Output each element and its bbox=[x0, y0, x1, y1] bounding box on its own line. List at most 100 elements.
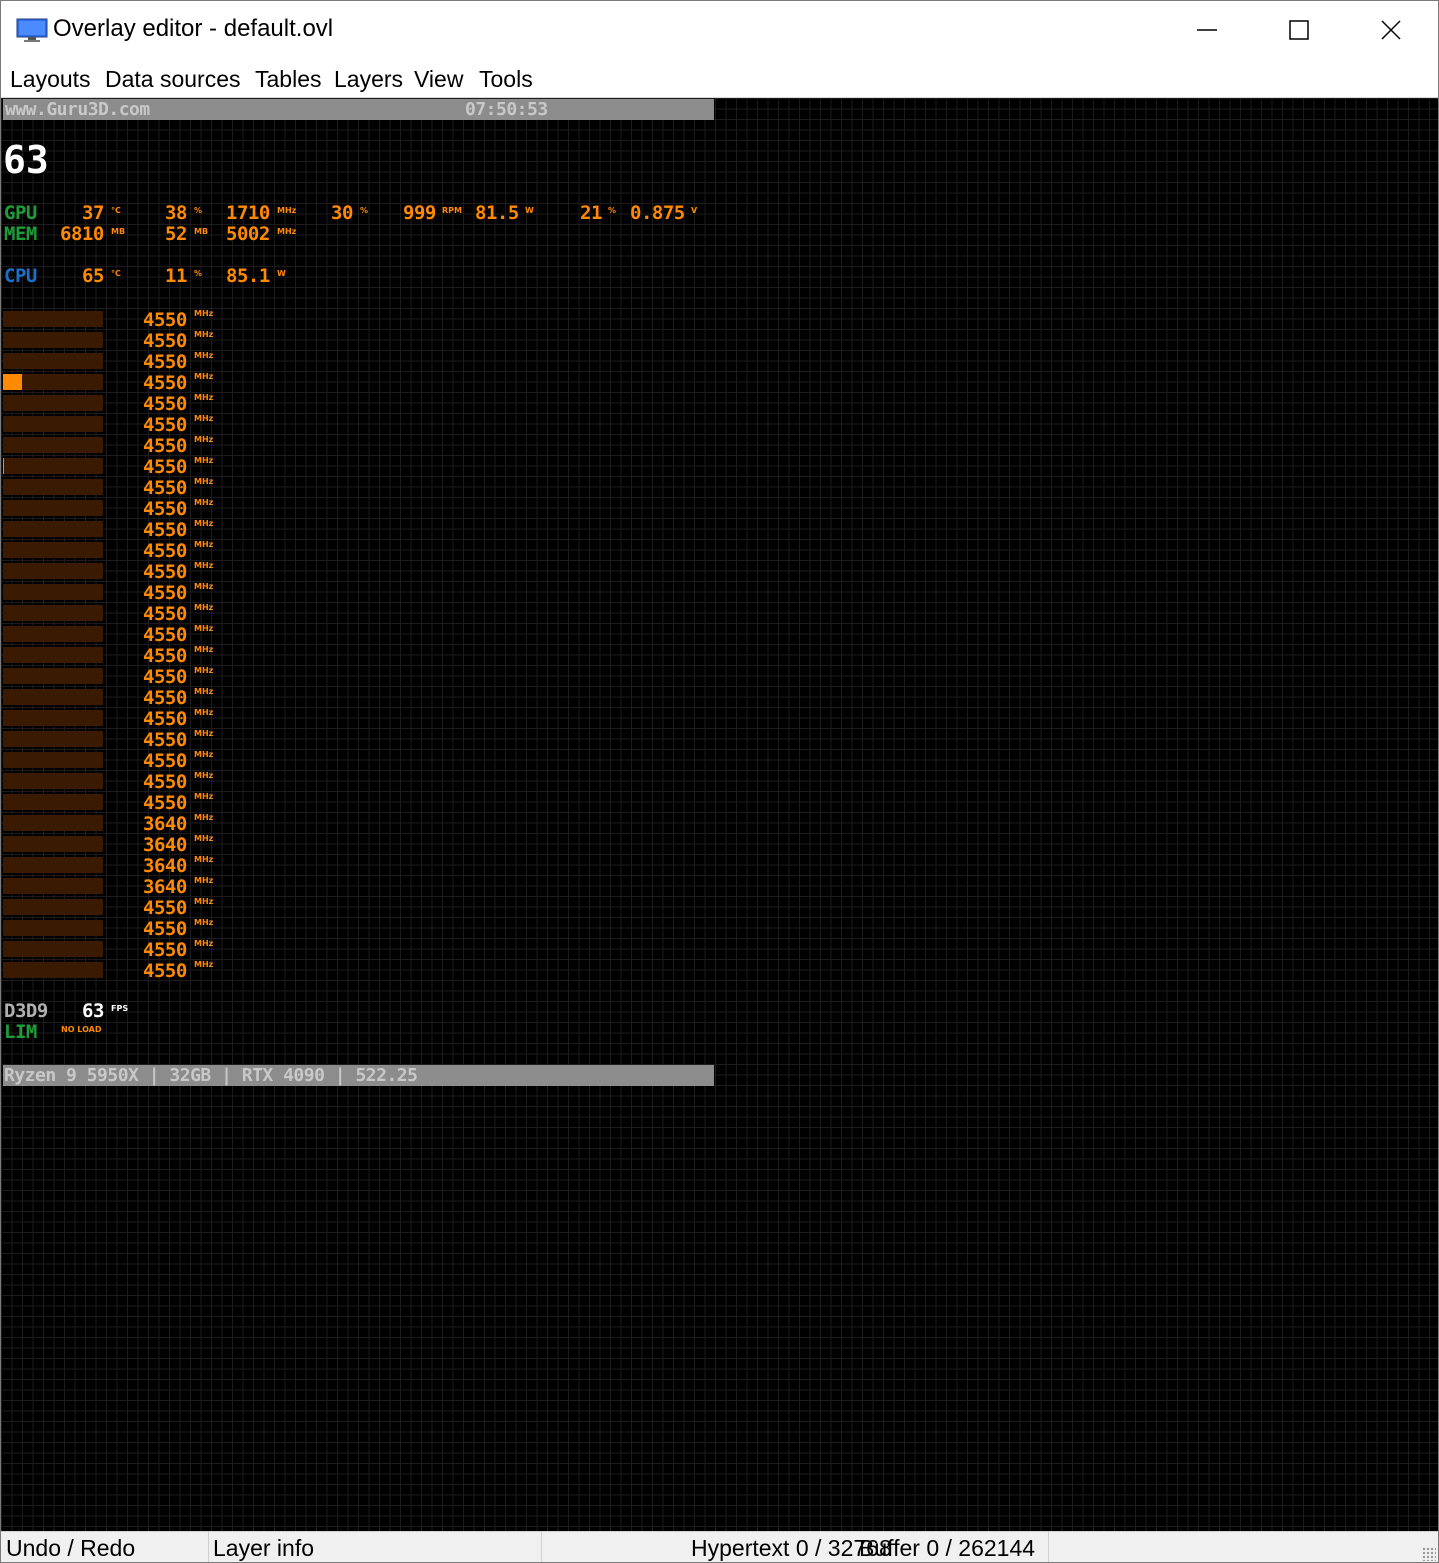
minimize-button[interactable] bbox=[1161, 1, 1253, 59]
core-load-bar[interactable] bbox=[3, 647, 103, 663]
core-clock-unit: MHz bbox=[194, 750, 214, 759]
core-load-bar[interactable] bbox=[3, 773, 103, 789]
core-clock[interactable]: 4550 bbox=[143, 582, 187, 604]
mem-clock-unit: MHz bbox=[277, 227, 297, 236]
core-load-bar[interactable] bbox=[3, 731, 103, 747]
overlay-canvas[interactable]: www.Guru3D.com 07:50:53 63 GPU 37 °C 38 … bbox=[1, 98, 1438, 1531]
core-clock[interactable]: 4550 bbox=[143, 750, 187, 772]
mem-label: MEM bbox=[4, 223, 37, 245]
core-load-bar[interactable] bbox=[3, 479, 103, 495]
menu-tables[interactable]: Tables bbox=[255, 66, 321, 93]
core-clock[interactable]: 4550 bbox=[143, 897, 187, 919]
core-clock[interactable]: 4550 bbox=[143, 939, 187, 961]
menu-view[interactable]: View bbox=[414, 66, 463, 93]
core-clock-unit: MHz bbox=[194, 624, 214, 633]
core-load-bar[interactable] bbox=[3, 353, 103, 369]
core-load-bar[interactable] bbox=[3, 584, 103, 600]
gpu-temp[interactable]: 37 bbox=[82, 202, 104, 224]
menu-data-sources[interactable]: Data sources bbox=[105, 66, 241, 93]
resize-grip[interactable] bbox=[1422, 1547, 1436, 1561]
core-load-bar[interactable] bbox=[3, 605, 103, 621]
gpu-fan-percent[interactable]: 30 bbox=[331, 202, 353, 224]
header-bar[interactable]: www.Guru3D.com 07:50:53 bbox=[3, 99, 714, 120]
core-load-bar[interactable] bbox=[3, 794, 103, 810]
core-load-bar[interactable] bbox=[3, 899, 103, 915]
core-clock[interactable]: 4550 bbox=[143, 792, 187, 814]
gpu-power-percent[interactable]: 21 bbox=[580, 202, 602, 224]
core-clock[interactable]: 4550 bbox=[143, 603, 187, 625]
core-clock[interactable]: 4550 bbox=[143, 771, 187, 793]
api-fps[interactable]: 63 bbox=[82, 1000, 104, 1022]
close-button[interactable] bbox=[1345, 1, 1437, 59]
menu-tools[interactable]: Tools bbox=[479, 66, 533, 93]
core-load-bar[interactable] bbox=[3, 962, 103, 978]
core-load-bar[interactable] bbox=[3, 500, 103, 516]
core-load-bar[interactable] bbox=[3, 815, 103, 831]
core-load-bar[interactable] bbox=[3, 563, 103, 579]
core-load-bar[interactable] bbox=[3, 332, 103, 348]
core-clock[interactable]: 4550 bbox=[143, 519, 187, 541]
core-clock[interactable]: 4550 bbox=[143, 372, 187, 394]
core-load-bar[interactable] bbox=[3, 857, 103, 873]
core-load-bar[interactable] bbox=[3, 836, 103, 852]
core-load-bar[interactable] bbox=[3, 395, 103, 411]
core-clock[interactable]: 3640 bbox=[143, 813, 187, 835]
framerate-large[interactable]: 63 bbox=[3, 138, 49, 182]
gpu-power[interactable]: 81.5 bbox=[475, 202, 519, 224]
core-load-bar[interactable] bbox=[3, 752, 103, 768]
core-load-bar[interactable] bbox=[3, 626, 103, 642]
core-clock[interactable]: 4550 bbox=[143, 414, 187, 436]
core-clock[interactable]: 4550 bbox=[143, 351, 187, 373]
title-bar[interactable]: Overlay editor - default.ovl bbox=[1, 1, 1438, 59]
core-clock[interactable]: 4550 bbox=[143, 540, 187, 562]
core-clock[interactable]: 4550 bbox=[143, 666, 187, 688]
gpu-voltage[interactable]: 0.875 bbox=[630, 202, 685, 224]
core-clock[interactable]: 4550 bbox=[143, 687, 187, 709]
cpu-power[interactable]: 85.1 bbox=[226, 265, 270, 287]
core-clock[interactable]: 4550 bbox=[143, 393, 187, 415]
core-clock[interactable]: 4550 bbox=[143, 330, 187, 352]
core-load-bar[interactable] bbox=[3, 710, 103, 726]
undo-redo-panel[interactable]: Undo / Redo bbox=[1, 1532, 209, 1562]
footer-bar[interactable]: Ryzen 9 5950X | 32GB | RTX 4090 | 522.25 bbox=[3, 1065, 714, 1086]
core-clock[interactable]: 3640 bbox=[143, 876, 187, 898]
core-load-bar[interactable] bbox=[3, 416, 103, 432]
core-clock[interactable]: 4550 bbox=[143, 309, 187, 331]
core-clock[interactable]: 4550 bbox=[143, 624, 187, 646]
core-clock[interactable]: 4550 bbox=[143, 918, 187, 940]
core-clock[interactable]: 4550 bbox=[143, 708, 187, 730]
core-clock[interactable]: 3640 bbox=[143, 834, 187, 856]
core-clock[interactable]: 4550 bbox=[143, 498, 187, 520]
core-load-bar[interactable] bbox=[3, 668, 103, 684]
core-load-bar[interactable] bbox=[3, 521, 103, 537]
core-load-bar[interactable] bbox=[3, 941, 103, 957]
gpu-fan-rpm[interactable]: 999 bbox=[403, 202, 436, 224]
core-clock[interactable]: 4550 bbox=[143, 645, 187, 667]
core-load-bar[interactable] bbox=[3, 689, 103, 705]
cpu-temp[interactable]: 65 bbox=[82, 265, 104, 287]
mem-dynamic[interactable]: 52 bbox=[165, 223, 187, 245]
core-load-bar[interactable] bbox=[3, 437, 103, 453]
maximize-button[interactable] bbox=[1253, 1, 1345, 59]
core-clock[interactable]: 4550 bbox=[143, 960, 187, 982]
gpu-clock[interactable]: 1710 bbox=[226, 202, 270, 224]
core-load-bar[interactable] bbox=[3, 878, 103, 894]
core-clock-unit: MHz bbox=[194, 540, 214, 549]
core-clock[interactable]: 4550 bbox=[143, 456, 187, 478]
menu-layouts[interactable]: Layouts bbox=[10, 66, 91, 93]
core-load-bar[interactable] bbox=[3, 374, 103, 390]
core-clock[interactable]: 3640 bbox=[143, 855, 187, 877]
core-load-bar[interactable] bbox=[3, 311, 103, 327]
mem-clock[interactable]: 5002 bbox=[226, 223, 270, 245]
core-clock[interactable]: 4550 bbox=[143, 729, 187, 751]
core-clock[interactable]: 4550 bbox=[143, 435, 187, 457]
gpu-load[interactable]: 38 bbox=[165, 202, 187, 224]
core-load-bar[interactable] bbox=[3, 542, 103, 558]
mem-used[interactable]: 6810 bbox=[60, 223, 104, 245]
core-clock[interactable]: 4550 bbox=[143, 561, 187, 583]
core-load-bar[interactable] bbox=[3, 458, 103, 474]
menu-layers[interactable]: Layers bbox=[334, 66, 403, 93]
cpu-load[interactable]: 11 bbox=[165, 265, 187, 287]
core-load-bar[interactable] bbox=[3, 920, 103, 936]
core-clock[interactable]: 4550 bbox=[143, 477, 187, 499]
